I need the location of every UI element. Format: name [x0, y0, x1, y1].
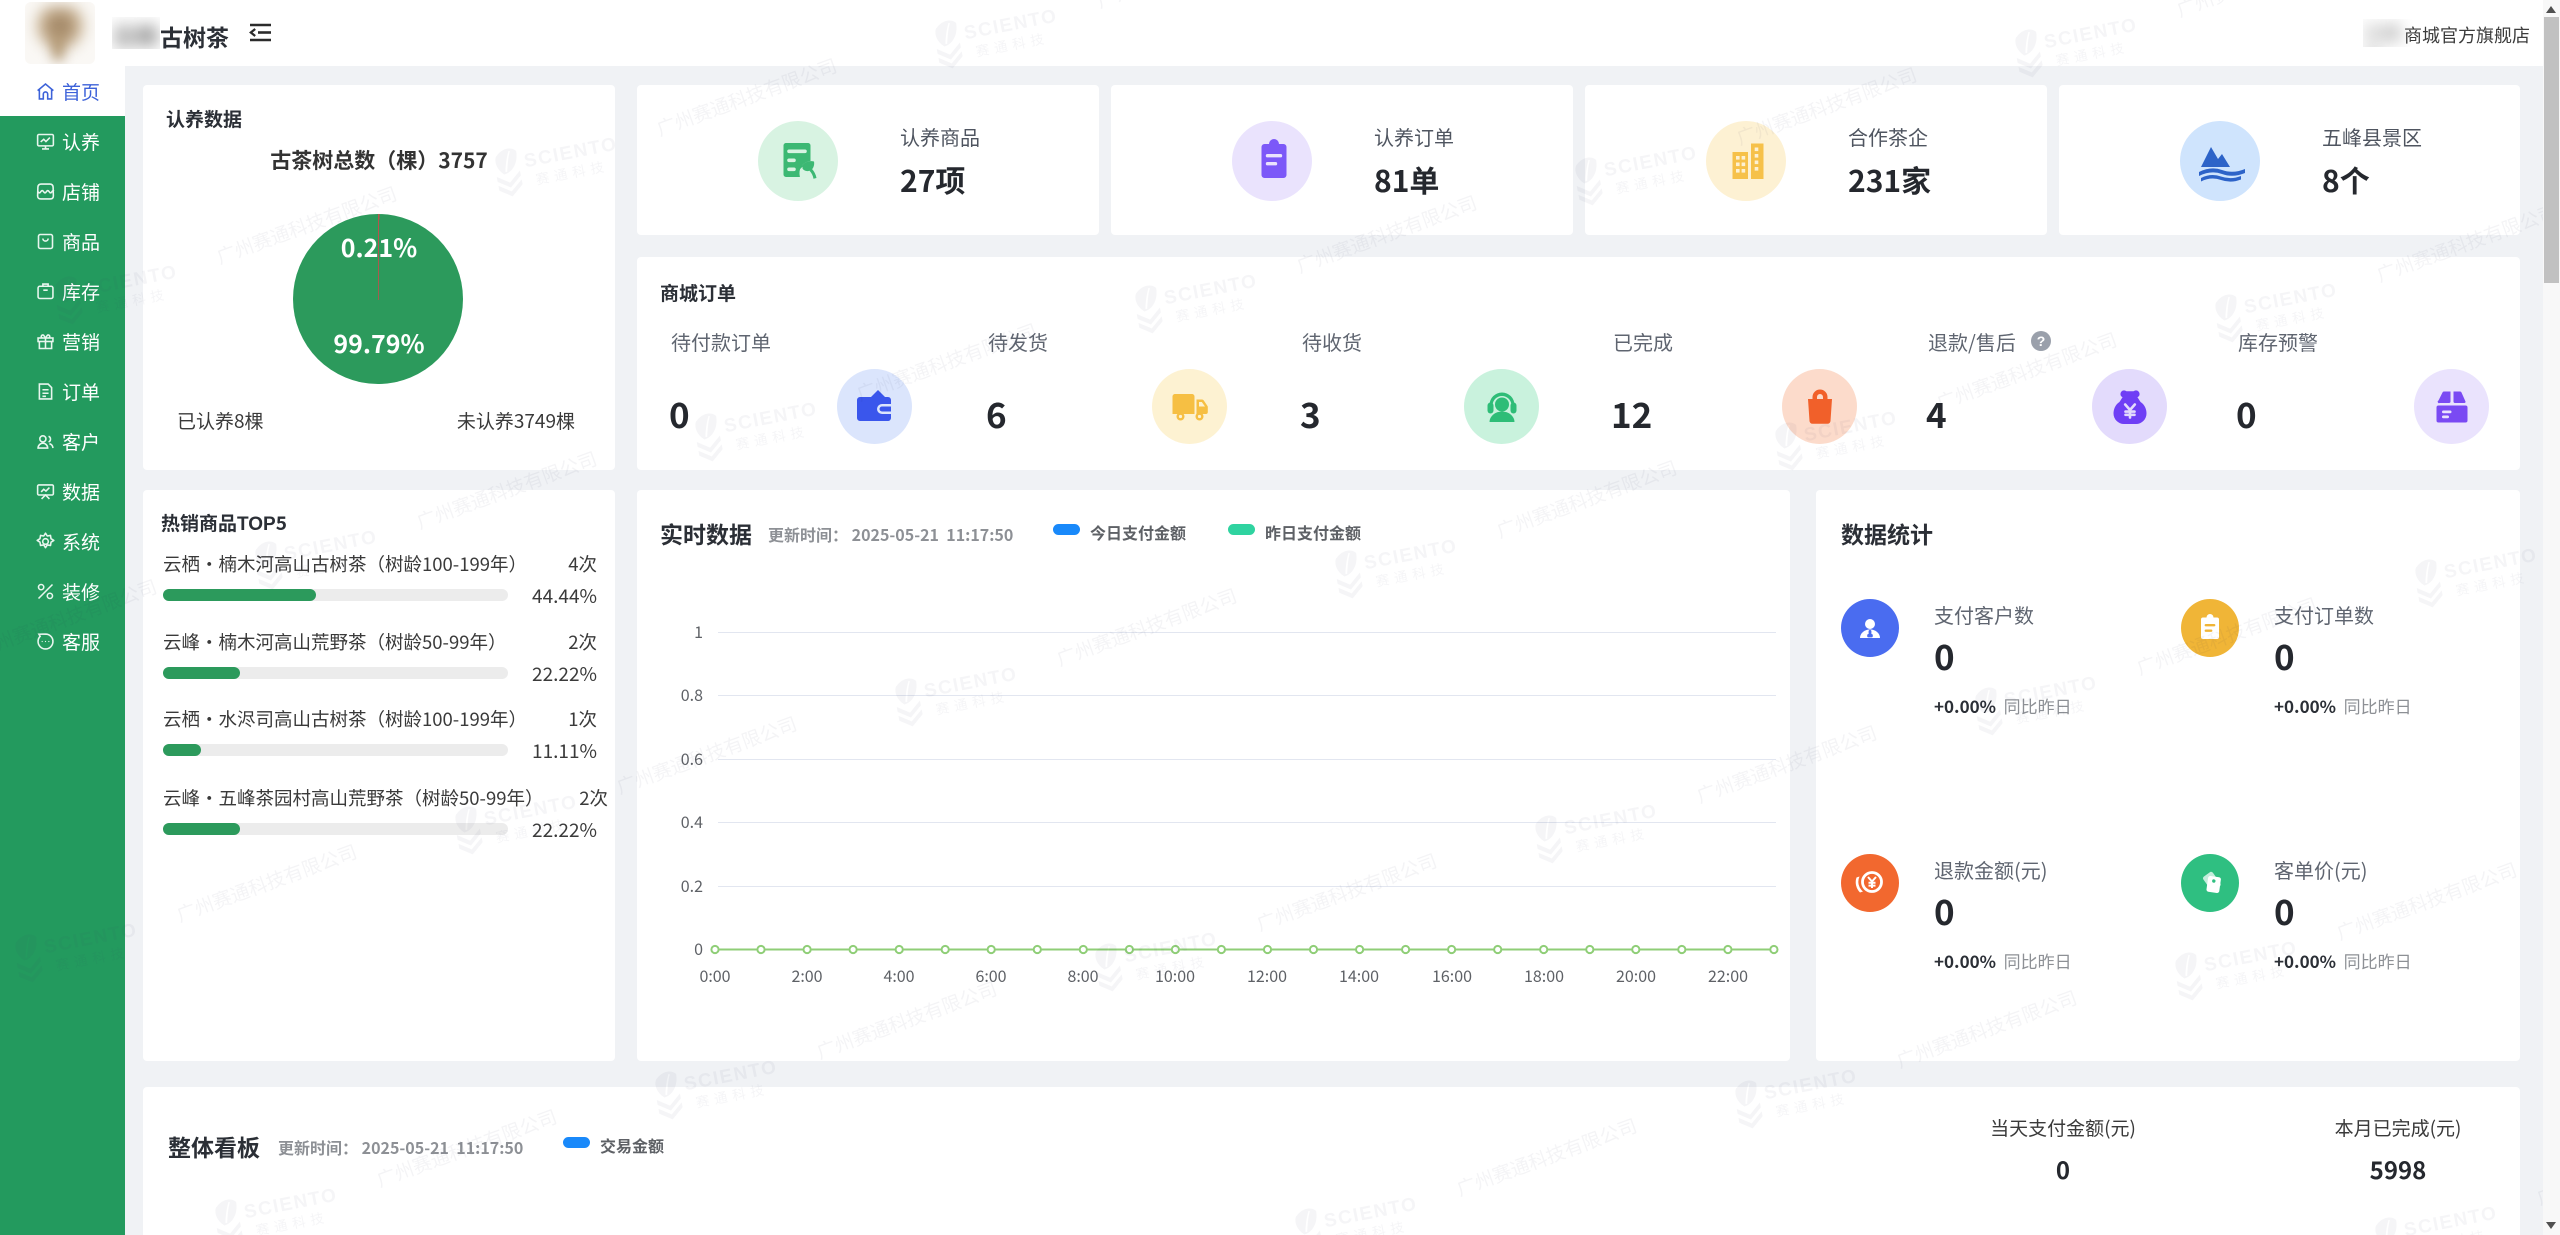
svg-text:0.2: 0.2 [681, 873, 703, 897]
svg-text:2:00: 2:00 [791, 963, 822, 987]
svg-text:0.4: 0.4 [681, 809, 703, 833]
svg-text:12:00: 12:00 [1247, 963, 1287, 987]
svg-text:16:00: 16:00 [1432, 963, 1472, 987]
svg-text:0.8: 0.8 [681, 682, 703, 706]
svg-text:22:00: 22:00 [1708, 963, 1748, 987]
svg-text:20:00: 20:00 [1616, 963, 1656, 987]
svg-text:18:00: 18:00 [1524, 963, 1564, 987]
svg-text:14:00: 14:00 [1339, 963, 1379, 987]
svg-text:1: 1 [694, 619, 703, 643]
svg-text:8:00: 8:00 [1067, 963, 1098, 987]
svg-text:4:00: 4:00 [883, 963, 914, 987]
svg-text:0.6: 0.6 [681, 746, 703, 770]
svg-text:6:00: 6:00 [975, 963, 1006, 987]
svg-text:10:00: 10:00 [1155, 963, 1195, 987]
svg-text:0: 0 [694, 936, 703, 960]
svg-text:0:00: 0:00 [699, 963, 730, 987]
